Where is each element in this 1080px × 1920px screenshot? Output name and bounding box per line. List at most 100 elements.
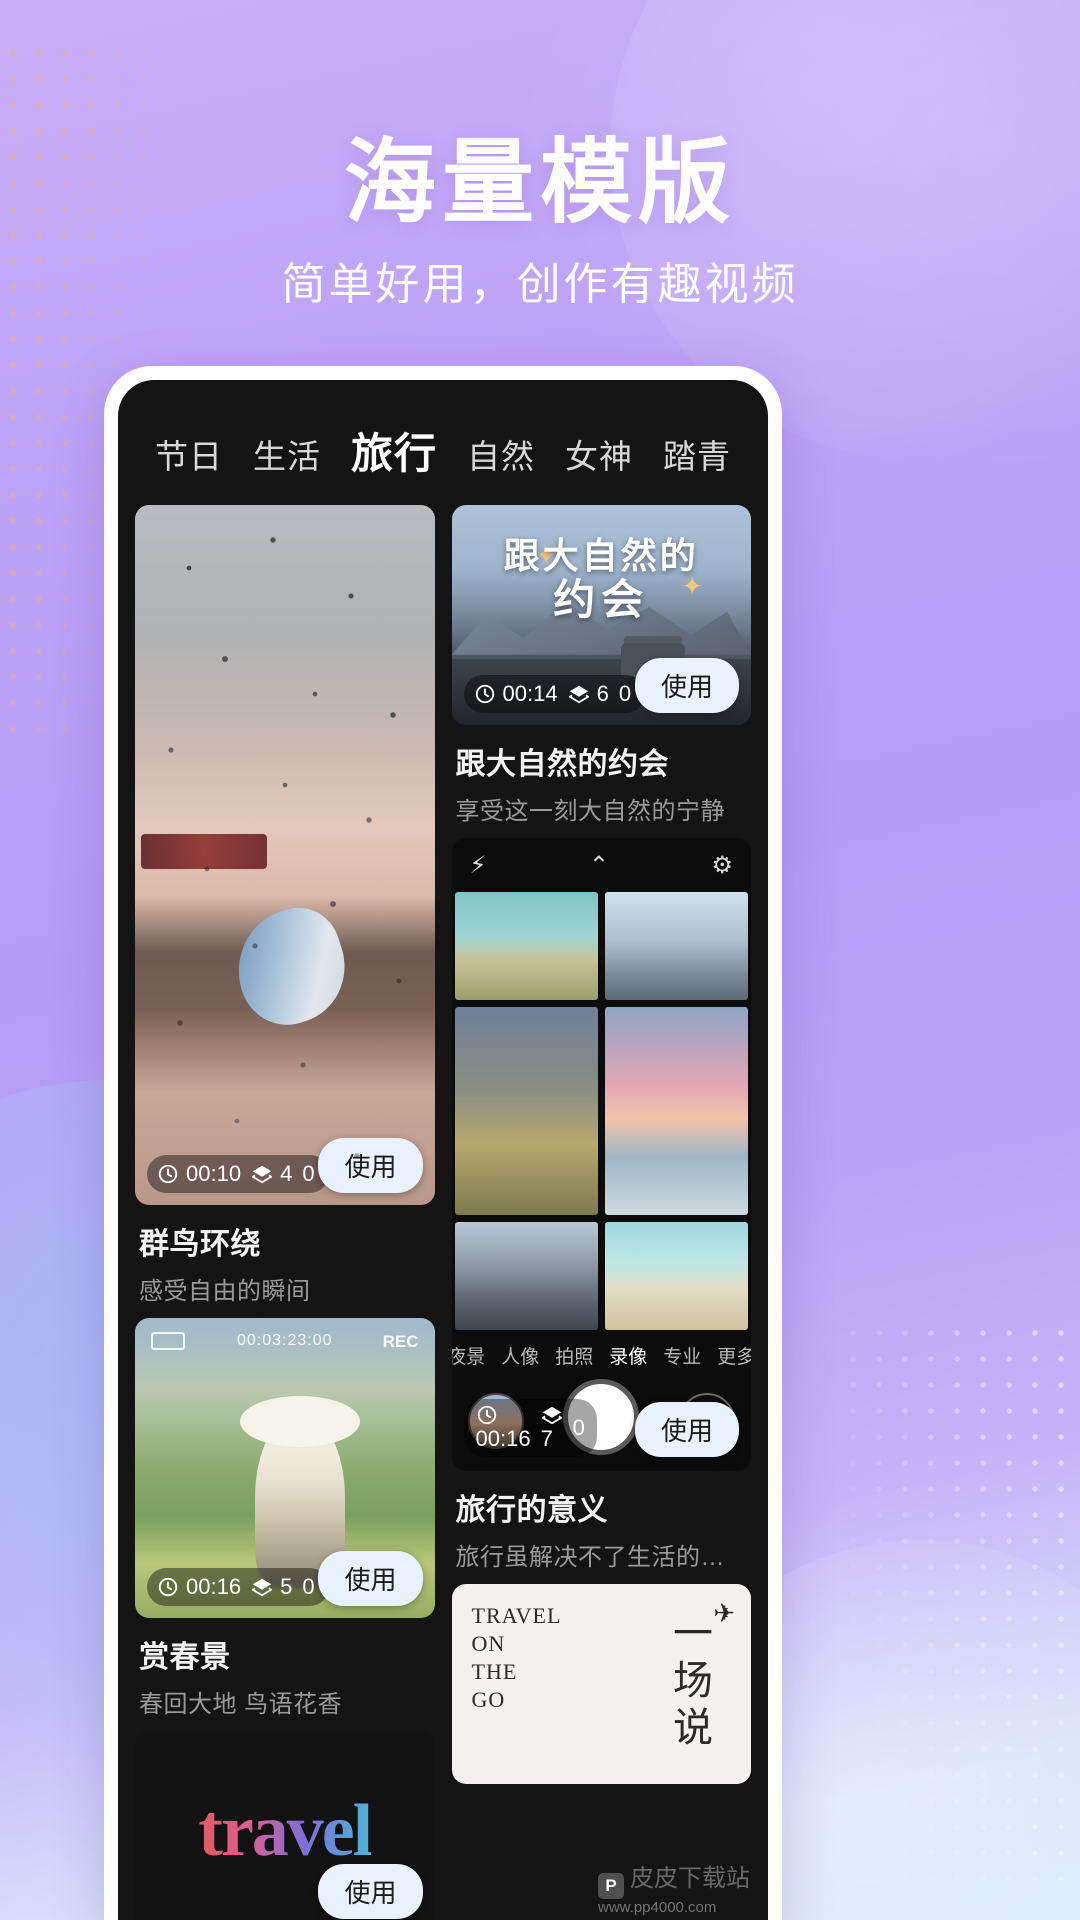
photo-cell <box>454 1222 598 1330</box>
layers-icon <box>541 1406 562 1425</box>
use-button-travel-meaning[interactable]: 使用 <box>634 1402 739 1457</box>
template-layer-count: 4 <box>280 1161 293 1186</box>
template-duration: 00:14 <box>502 681 558 706</box>
chinese-line-1: 一 <box>673 1611 713 1656</box>
template-duration: 00:16 <box>186 1574 242 1599</box>
chinese-line-2: 场 <box>673 1658 713 1704</box>
overlay-line-2: 约会 <box>553 576 650 624</box>
template-title-spring: 赏春景 <box>139 1641 231 1674</box>
chinese-caption: 一 场 说 <box>673 1610 713 1752</box>
watermark-site-name: 皮皮下载站 <box>630 1865 750 1892</box>
template-layer-count: 6 <box>596 681 609 706</box>
template-title-birds: 群鸟环绕 <box>139 1228 261 1261</box>
battery-icon <box>151 1332 185 1350</box>
thumbnail-overlay-text: 跟大自然的 约会 <box>452 534 752 624</box>
phone-screen: 节日 生活 旅行 自然 女神 踏青 00:10 4 0 使用 群鸟环绕 感受自由… <box>118 380 768 1920</box>
clock-icon <box>158 1164 178 1184</box>
travel-wordmark: travel <box>198 1789 373 1872</box>
template-card-travel-meaning[interactable]: ⚡ ⌃ ⚙ 夜景 人像 拍照 录像 专业 更多 00:16 7 0 使用 旅行的… <box>451 838 752 1574</box>
camera-mode-selector: 夜景 人像 拍照 录像 专业 更多 <box>451 1330 751 1375</box>
template-thumbnail-nature-date[interactable]: ✦ ✦ 跟大自然的 约会 00:14 6 0 使用 <box>451 505 752 725</box>
use-button-birds[interactable]: 使用 <box>318 1138 423 1193</box>
template-extra-count: 0 <box>618 681 632 706</box>
camera-controls: ⟲ 00:16 <box>451 1375 751 1471</box>
camera-mode-more[interactable]: 更多 <box>717 1342 751 1369</box>
site-watermark: P 皮皮下载站 www.pp4000.com <box>598 1858 750 1916</box>
template-thumbnail-travel-on-the-go[interactable]: ✈ TRAVEL ON THE GO 一 场 说 <box>451 1584 751 1784</box>
layers-icon <box>568 685 589 704</box>
category-tab-bar: 节日 生活 旅行 自然 女神 踏青 <box>118 380 768 505</box>
tab-travel[interactable]: 旅行 <box>351 420 437 481</box>
camera-photo-grid <box>452 892 752 1330</box>
template-title-travel-meaning: 旅行的意义 <box>455 1494 608 1527</box>
seagull-shape <box>222 897 360 1037</box>
template-duration: 00:10 <box>186 1161 242 1186</box>
hat-shape <box>239 1396 360 1447</box>
flash-icon[interactable]: ⚡ <box>470 851 487 880</box>
camera-mode-video[interactable]: 录像 <box>609 1342 647 1369</box>
camera-mode-portrait[interactable]: 人像 <box>501 1342 539 1369</box>
template-card-travel-on-the-go[interactable]: ✈ TRAVEL ON THE GO 一 场 说 <box>451 1584 751 1784</box>
template-extra-count: 0 <box>302 1161 315 1186</box>
camera-mode-pro[interactable]: 专业 <box>663 1342 701 1369</box>
overlay-line-1: 跟大自然的 <box>503 534 699 576</box>
watermark-url: www.pp4000.com <box>598 1899 717 1916</box>
boat-shape <box>140 834 267 869</box>
clock-icon <box>158 1577 178 1597</box>
template-desc-nature-date: 享受这一刻大自然的宁静 <box>455 798 725 825</box>
template-column-left: 00:10 4 0 使用 群鸟环绕 感受自由的瞬间 00:03:23:00 RE… <box>135 505 435 1920</box>
photo-cell <box>604 1007 748 1215</box>
template-title-nature-date: 跟大自然的约会 <box>455 748 669 781</box>
camera-toolbar: ⚡ ⌃ ⚙ <box>451 838 751 892</box>
tab-life[interactable]: 生活 <box>253 430 321 478</box>
use-button-travel-word[interactable]: 使用 <box>318 1864 423 1919</box>
template-meta-birds: 00:10 4 0 <box>147 1155 329 1193</box>
dot-pattern-right <box>840 1320 1080 1880</box>
clock-icon <box>475 684 494 704</box>
template-column-right: ✦ ✦ 跟大自然的 约会 00:14 6 0 使用 跟大自然的约会 享受这一刻大… <box>451 505 752 1920</box>
photo-cell <box>604 892 748 1000</box>
template-card-birds[interactable]: 00:10 4 0 使用 群鸟环绕 感受自由的瞬间 <box>135 505 435 1308</box>
tab-festival[interactable]: 节日 <box>155 430 223 478</box>
promo-subtitle: 简单好用，创作有趣视频 <box>281 260 799 309</box>
camera-mode-night[interactable]: 夜景 <box>452 1342 486 1369</box>
template-desc-travel-meaning: 旅行虽解决不了生活的毒，却… <box>455 1544 748 1571</box>
tab-goddess[interactable]: 女神 <box>565 430 633 478</box>
photo-cell <box>454 1007 598 1215</box>
rec-label: REC <box>382 1332 419 1351</box>
layers-icon <box>251 1165 273 1184</box>
gear-icon[interactable]: ⚙ <box>711 851 733 880</box>
template-extra-count: 0 <box>302 1574 315 1599</box>
template-layer-count: 5 <box>280 1574 293 1599</box>
template-card-nature-date[interactable]: ✦ ✦ 跟大自然的 约会 00:14 6 0 使用 跟大自然的约会 享受这一刻大… <box>451 505 752 828</box>
tab-nature[interactable]: 自然 <box>467 430 535 478</box>
template-duration: 00:16 <box>475 1426 531 1451</box>
layers-icon <box>251 1578 273 1597</box>
template-thumbnail-travel-word[interactable]: travel 使用 <box>135 1731 435 1920</box>
template-meta-nature-date: 00:14 6 0 <box>463 675 646 713</box>
photo-cell <box>454 892 598 1000</box>
chinese-line-3: 说 <box>673 1705 713 1751</box>
use-button-spring[interactable]: 使用 <box>318 1551 423 1606</box>
photo-cell <box>604 1222 748 1330</box>
phone-mockup: 节日 生活 旅行 自然 女神 踏青 00:10 4 0 使用 群鸟环绕 感受自由… <box>104 366 782 1920</box>
template-desc-spring: 春回大地 鸟语花香 <box>139 1691 343 1718</box>
chevron-up-icon[interactable]: ⌃ <box>589 851 609 880</box>
template-card-spring[interactable]: 00:03:23:00 REC 00:16 5 0 使用 赏春景 春回大地 鸟语… <box>135 1318 435 1721</box>
watermark-logo-icon: P <box>598 1873 624 1899</box>
tab-spring-outing[interactable]: 踏青 <box>663 430 731 478</box>
template-thumbnail-birds[interactable]: 00:10 4 0 使用 <box>135 505 435 1205</box>
template-layer-count: 7 <box>540 1426 553 1451</box>
use-button-nature-date[interactable]: 使用 <box>634 658 739 713</box>
template-extra-count: 0 <box>572 1415 585 1440</box>
promo-title: 海量模版 <box>343 132 736 234</box>
template-thumbnail-spring[interactable]: 00:03:23:00 REC 00:16 5 0 使用 <box>135 1318 435 1618</box>
template-grid: 00:10 4 0 使用 群鸟环绕 感受自由的瞬间 00:03:23:00 RE… <box>118 505 768 1920</box>
airplane-icon: ✈ <box>713 1598 735 1628</box>
template-card-travel-word[interactable]: travel 使用 <box>135 1731 435 1920</box>
template-thumbnail-travel-meaning[interactable]: ⚡ ⌃ ⚙ 夜景 人像 拍照 录像 专业 更多 00:16 7 0 使用 <box>451 838 752 1471</box>
clock-icon <box>477 1405 496 1425</box>
timecode-label: 00:03:23:00 <box>236 1332 333 1349</box>
template-meta-spring: 00:16 5 0 <box>147 1568 329 1606</box>
camera-mode-photo[interactable]: 拍照 <box>555 1342 593 1369</box>
